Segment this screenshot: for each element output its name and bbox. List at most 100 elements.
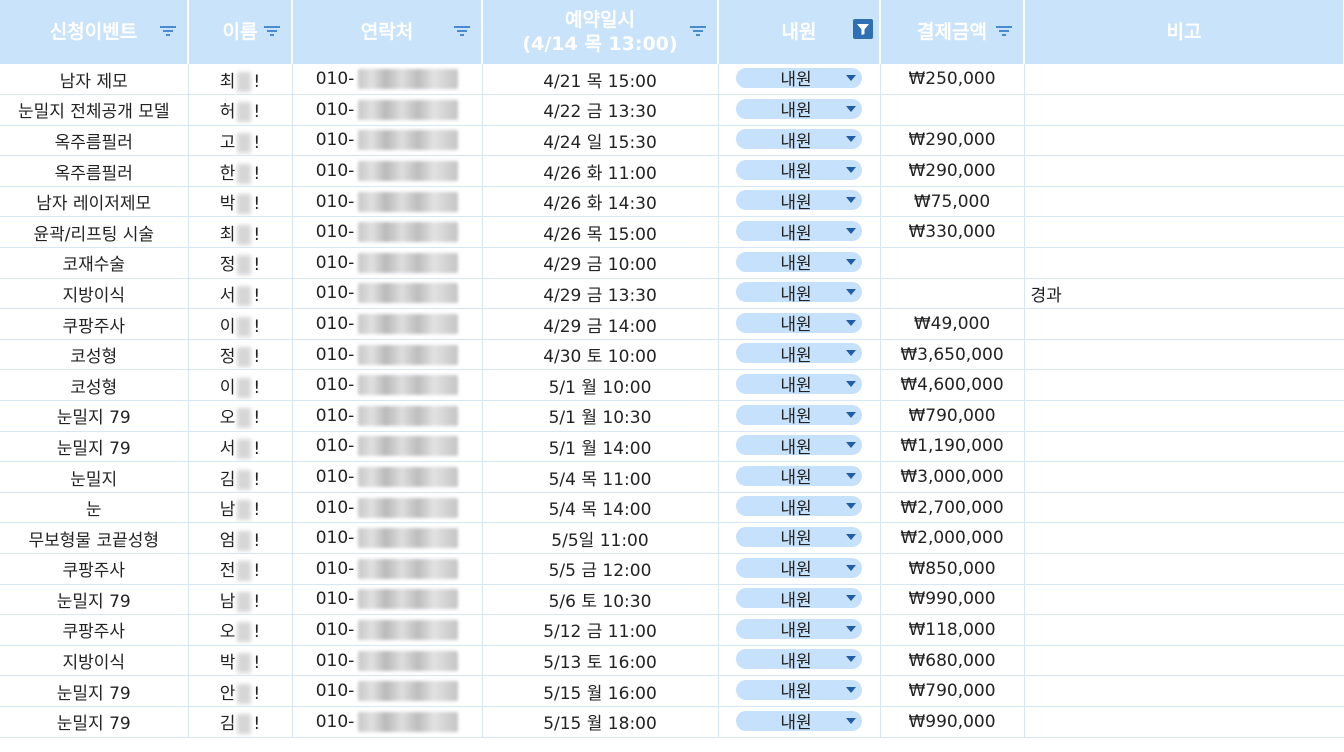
chevron-down-icon[interactable]	[846, 136, 856, 143]
note-cell[interactable]	[1024, 155, 1344, 187]
name-cell[interactable]: 정!	[188, 247, 293, 279]
chevron-down-icon[interactable]	[846, 564, 856, 571]
amount-cell[interactable]: ₩790,000	[880, 400, 1025, 432]
visit-dropdown[interactable]: 내원	[736, 557, 862, 580]
visit-dropdown[interactable]: 내원	[736, 67, 862, 90]
phone-cell[interactable]: 010-	[292, 461, 483, 493]
visit-cell[interactable]: 내원	[718, 216, 881, 249]
name-cell[interactable]: 한!	[188, 155, 293, 187]
amount-cell[interactable]: ₩1,190,000	[880, 431, 1025, 463]
phone-cell[interactable]: 010-	[292, 125, 483, 157]
event-cell[interactable]: 눈밀지 전체공개 모델	[0, 94, 189, 126]
note-cell[interactable]	[1024, 94, 1344, 126]
table-row[interactable]: 눈밀지 79 김! 010- 5/15 월 18:00 내원 ₩990,000	[0, 706, 1344, 738]
chevron-down-icon[interactable]	[846, 656, 856, 663]
phone-cell[interactable]: 010-	[292, 553, 483, 585]
datetime-cell[interactable]: 5/12 금 11:00	[482, 614, 719, 646]
note-cell[interactable]	[1024, 645, 1344, 677]
event-cell[interactable]: 눈밀지	[0, 461, 189, 493]
visit-dropdown[interactable]: 내원	[736, 282, 862, 305]
datetime-cell[interactable]: 4/26 화 14:30	[482, 186, 719, 218]
chevron-down-icon[interactable]	[846, 503, 856, 510]
visit-cell[interactable]: 내원	[718, 125, 881, 157]
visit-cell[interactable]: 내원	[718, 155, 881, 187]
note-cell[interactable]	[1024, 64, 1344, 96]
chevron-down-icon[interactable]	[846, 258, 856, 265]
phone-cell[interactable]: 010-	[292, 64, 483, 96]
name-cell[interactable]: 안!	[188, 675, 293, 707]
visit-dropdown[interactable]: 내원	[736, 251, 862, 274]
phone-cell[interactable]: 010-	[292, 216, 483, 249]
phone-cell[interactable]: 010-	[292, 675, 483, 707]
chevron-down-icon[interactable]	[846, 380, 856, 387]
visit-cell[interactable]: 내원	[718, 461, 881, 493]
phone-cell[interactable]: 010-	[292, 247, 483, 279]
datetime-cell[interactable]: 5/4 목 14:00	[482, 492, 719, 524]
name-cell[interactable]: 남!	[188, 584, 293, 616]
table-row[interactable]: 옥주름필러 고! 010- 4/24 일 15:30 내원 ₩290,000	[0, 125, 1344, 157]
amount-cell[interactable]: ₩330,000	[880, 216, 1025, 249]
note-cell[interactable]	[1024, 461, 1344, 493]
visit-cell[interactable]: 내원	[718, 706, 881, 738]
note-cell[interactable]	[1024, 369, 1344, 402]
amount-cell[interactable]: ₩3,650,000	[880, 339, 1025, 371]
datetime-cell[interactable]: 5/1 월 10:00	[482, 369, 719, 402]
name-cell[interactable]: 최!	[188, 64, 293, 96]
name-cell[interactable]: 남!	[188, 492, 293, 524]
chevron-down-icon[interactable]	[846, 442, 856, 449]
column-header-4[interactable]: 내원	[718, 0, 881, 64]
chevron-down-icon[interactable]	[846, 319, 856, 326]
amount-cell[interactable]: ₩118,000	[880, 614, 1025, 646]
table-row[interactable]: 코성형 정! 010- 4/30 토 10:00 내원 ₩3,650,000	[0, 339, 1344, 371]
chevron-down-icon[interactable]	[846, 350, 856, 357]
datetime-cell[interactable]: 5/1 월 14:00	[482, 431, 719, 463]
visit-dropdown[interactable]: 내원	[736, 312, 862, 335]
amount-cell[interactable]	[880, 247, 1025, 279]
visit-cell[interactable]: 내원	[718, 675, 881, 707]
visit-dropdown[interactable]: 내원	[736, 343, 862, 366]
name-cell[interactable]: 고!	[188, 125, 293, 157]
amount-cell[interactable]: ₩790,000	[880, 675, 1025, 707]
column-header-1[interactable]: 이름	[188, 0, 293, 64]
phone-cell[interactable]: 010-	[292, 186, 483, 218]
note-cell[interactable]	[1024, 522, 1344, 554]
visit-dropdown[interactable]: 내원	[736, 190, 862, 213]
table-row[interactable]: 코재수술 정! 010- 4/29 금 10:00 내원	[0, 247, 1344, 279]
event-cell[interactable]: 코성형	[0, 339, 189, 371]
event-cell[interactable]: 남자 레이저제모	[0, 186, 189, 218]
visit-cell[interactable]: 내원	[718, 645, 881, 677]
event-cell[interactable]: 윤곽/리프팅 시술	[0, 216, 189, 249]
filter-icon[interactable]	[689, 22, 707, 40]
phone-cell[interactable]: 010-	[292, 431, 483, 463]
datetime-cell[interactable]: 5/13 토 16:00	[482, 645, 719, 677]
table-row[interactable]: 남자 제모 최! 010- 4/21 목 15:00 내원 ₩250,000	[0, 64, 1344, 96]
visit-dropdown[interactable]: 내원	[736, 618, 862, 641]
amount-cell[interactable]: ₩2,700,000	[880, 492, 1025, 524]
datetime-cell[interactable]: 5/15 월 18:00	[482, 706, 719, 738]
visit-cell[interactable]: 내원	[718, 94, 881, 126]
datetime-cell[interactable]: 4/26 화 11:00	[482, 155, 719, 187]
note-cell[interactable]	[1024, 584, 1344, 616]
filter-icon[interactable]	[995, 22, 1013, 40]
event-cell[interactable]: 코성형	[0, 369, 189, 402]
table-row[interactable]: 눈밀지 79 오! 010- 5/1 월 10:30 내원 ₩790,000	[0, 400, 1344, 432]
chevron-down-icon[interactable]	[846, 166, 856, 173]
note-cell[interactable]	[1024, 675, 1344, 707]
table-row[interactable]: 눈 남! 010- 5/4 목 14:00 내원 ₩2,700,000	[0, 492, 1344, 524]
chevron-down-icon[interactable]	[846, 533, 856, 540]
filter-icon[interactable]	[453, 22, 471, 40]
visit-cell[interactable]: 내원	[718, 247, 881, 279]
table-row[interactable]: 옥주름필러 한! 010- 4/26 화 11:00 내원 ₩290,000	[0, 155, 1344, 187]
event-cell[interactable]: 지방이식	[0, 278, 189, 310]
datetime-cell[interactable]: 4/24 일 15:30	[482, 125, 719, 157]
event-cell[interactable]: 쿠팡주사	[0, 614, 189, 646]
visit-cell[interactable]: 내원	[718, 492, 881, 524]
note-cell[interactable]	[1024, 492, 1344, 524]
visit-dropdown[interactable]: 내원	[736, 649, 862, 672]
phone-cell[interactable]: 010-	[292, 584, 483, 616]
datetime-cell[interactable]: 5/5 금 12:00	[482, 553, 719, 585]
name-cell[interactable]: 서!	[188, 278, 293, 310]
name-cell[interactable]: 이!	[188, 369, 293, 402]
column-header-2[interactable]: 연락처	[292, 0, 483, 64]
datetime-cell[interactable]: 4/22 금 13:30	[482, 94, 719, 126]
